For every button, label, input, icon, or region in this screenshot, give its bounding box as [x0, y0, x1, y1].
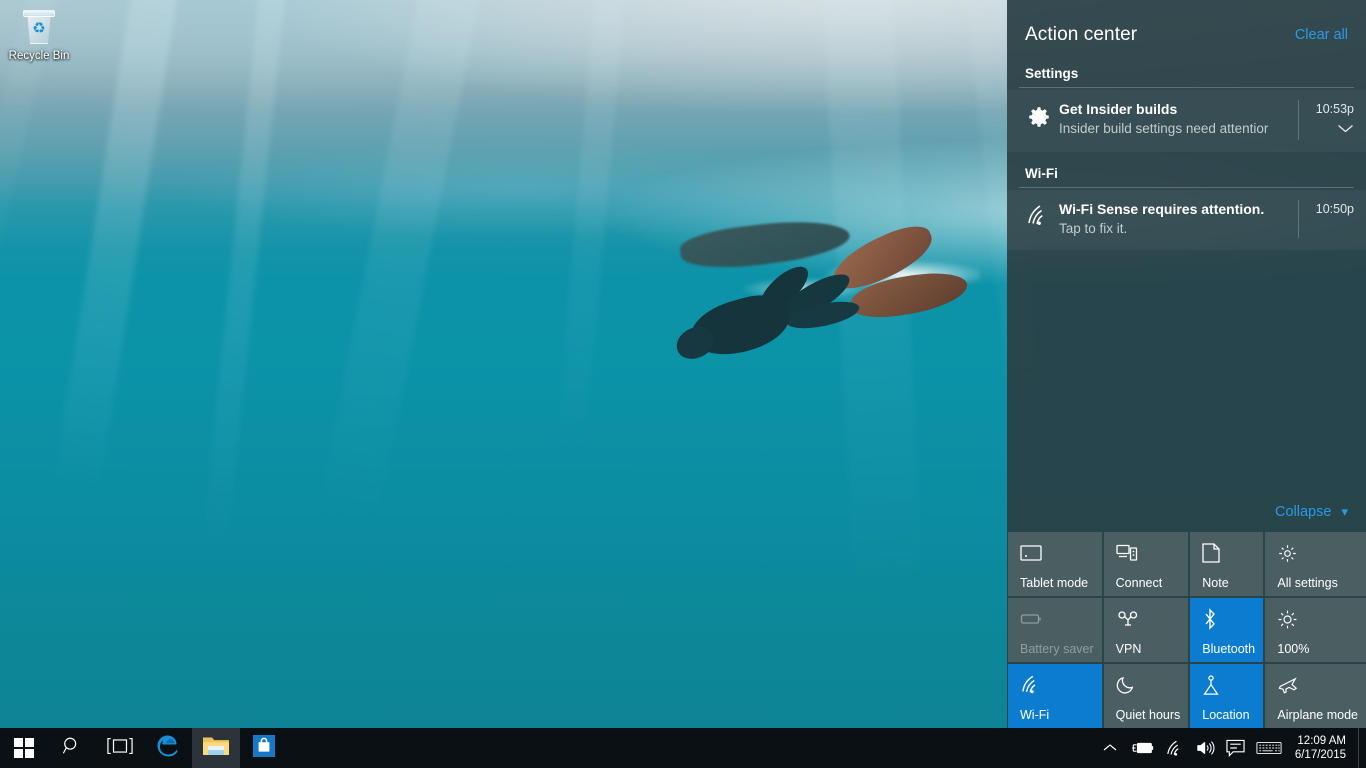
- notification-title: Wi-Fi Sense requires attention.: [1059, 201, 1265, 217]
- brightness-icon: [1277, 608, 1358, 630]
- chevron-down-icon: ▾: [1341, 504, 1348, 519]
- note-icon: [1202, 542, 1255, 564]
- system-tray[interactable]: 12:09 AM 6/17/2015: [1095, 728, 1366, 768]
- quick-action-quiet-hours[interactable]: Quiet hours: [1103, 664, 1189, 728]
- quick-action-airplane-mode[interactable]: Airplane mode: [1265, 664, 1366, 728]
- quick-action-label: Bluetooth: [1202, 642, 1256, 656]
- task-view-icon: [107, 737, 133, 760]
- quick-action-location[interactable]: Location: [1190, 664, 1264, 728]
- action-center-panel[interactable]: Action center Clear all Settings Get Ins…: [1007, 0, 1366, 730]
- folder-icon: [202, 734, 230, 763]
- battery-icon: [1020, 608, 1094, 630]
- quick-action-label: Note: [1202, 576, 1229, 590]
- battery-charging-icon[interactable]: [1125, 728, 1161, 768]
- notification-group-title: Wi-Fi: [1025, 166, 1058, 181]
- quick-action-all-settings[interactable]: All settings: [1265, 532, 1366, 596]
- clock-time: 12:09 AM: [1297, 735, 1346, 747]
- quick-action-battery-saver[interactable]: Battery saver: [1008, 598, 1102, 662]
- diver-silhouette: [671, 213, 990, 390]
- windows-logo-icon: [14, 738, 34, 758]
- search-icon: [62, 736, 82, 761]
- bluetooth-icon: [1202, 608, 1255, 630]
- location-icon: [1202, 674, 1255, 696]
- taskbar[interactable]: 12:09 AM 6/17/2015: [0, 728, 1366, 768]
- clear-all-button[interactable]: Clear all: [1295, 27, 1348, 43]
- recycle-bin-icon: ♻: [19, 8, 59, 48]
- quick-action-label: Location: [1202, 708, 1250, 722]
- notification-timestamp: 10:50p: [1315, 202, 1354, 216]
- quick-action-tablet-mode[interactable]: Tablet mode: [1008, 532, 1102, 596]
- edge-button[interactable]: [144, 728, 192, 768]
- wifi-icon: [1020, 674, 1094, 696]
- wifi-icon: [1019, 200, 1059, 228]
- store-button[interactable]: [240, 728, 288, 768]
- show-desktop-button[interactable]: [1358, 728, 1366, 768]
- clock[interactable]: 12:09 AM 6/17/2015: [1287, 734, 1358, 762]
- notification-title: Get Insider builds: [1059, 101, 1178, 117]
- edge-icon: [155, 733, 181, 764]
- gear-icon: [1019, 100, 1059, 130]
- moon-icon: [1116, 674, 1181, 696]
- quick-action-label: Wi-Fi: [1020, 708, 1050, 722]
- notifications-list[interactable]: Settings Get Insider builds Insider buil…: [1007, 52, 1366, 250]
- chevron-down-icon[interactable]: [1337, 120, 1354, 140]
- quick-action-label: VPN: [1115, 642, 1142, 656]
- action-center-tray-icon[interactable]: [1221, 728, 1251, 768]
- clock-date: 6/17/2015: [1294, 749, 1346, 761]
- search-button[interactable]: [48, 728, 96, 768]
- action-center-title: Action center: [1025, 24, 1138, 45]
- volume-tray-icon[interactable]: [1191, 728, 1221, 768]
- quick-action-label: Connect: [1115, 576, 1163, 590]
- quick-action-connect[interactable]: Connect: [1103, 532, 1189, 596]
- notification-timestamp: 10:53p: [1315, 102, 1354, 116]
- keyboard-tray-icon[interactable]: [1251, 728, 1287, 768]
- quick-action-label: 100%: [1277, 642, 1310, 656]
- collapse-button[interactable]: Collapse ▾: [1007, 504, 1366, 532]
- action-center-header: Action center Clear all: [1007, 0, 1366, 52]
- file-explorer-button[interactable]: [192, 728, 240, 768]
- quick-action-vpn[interactable]: VPN: [1103, 598, 1189, 662]
- quick-action-note[interactable]: Note: [1190, 532, 1264, 596]
- notification-item[interactable]: Get Insider builds Insider build setting…: [1007, 90, 1366, 152]
- desktop-icon-label: Recycle Bin: [8, 50, 70, 62]
- divider: [1019, 187, 1354, 188]
- quick-action-brightness[interactable]: 100%: [1265, 598, 1366, 662]
- notification-item[interactable]: Wi-Fi Sense requires attention. Tap to f…: [1007, 190, 1366, 250]
- notification-group-title: Settings: [1025, 66, 1079, 81]
- task-view-button[interactable]: [96, 728, 144, 768]
- connect-icon: [1115, 542, 1181, 564]
- quick-action-label: Quiet hours: [1115, 708, 1181, 722]
- vpn-icon: [1116, 608, 1181, 630]
- notification-subtitle: Tap to fix it.: [1059, 221, 1128, 236]
- quick-action-label: Battery saver: [1020, 642, 1094, 656]
- quick-action-bluetooth[interactable]: Bluetooth: [1190, 598, 1264, 662]
- divider: [1019, 87, 1354, 88]
- quick-action-wifi[interactable]: Wi-Fi: [1008, 664, 1102, 728]
- quick-actions-grid[interactable]: Tablet mode Connect Note All settings Ba…: [1007, 532, 1366, 730]
- collapse-label: Collapse: [1275, 504, 1332, 520]
- tablet-icon: [1020, 542, 1094, 564]
- notifications-empty-space: [1007, 250, 1366, 504]
- quick-action-label: All settings: [1277, 576, 1338, 590]
- quick-action-label: Airplane mode: [1277, 708, 1358, 722]
- quick-action-label: Tablet mode: [1020, 576, 1089, 590]
- start-button[interactable]: [0, 728, 48, 768]
- desktop-icon-recycle-bin[interactable]: ♻ Recycle Bin: [4, 6, 74, 72]
- settings-gear-icon: [1277, 542, 1358, 564]
- show-hidden-icons-button[interactable]: [1095, 728, 1125, 768]
- store-icon: [252, 734, 276, 763]
- network-tray-icon[interactable]: [1161, 728, 1191, 768]
- airplane-icon: [1277, 674, 1358, 696]
- notification-subtitle: Insider build settings need attentior: [1059, 121, 1269, 136]
